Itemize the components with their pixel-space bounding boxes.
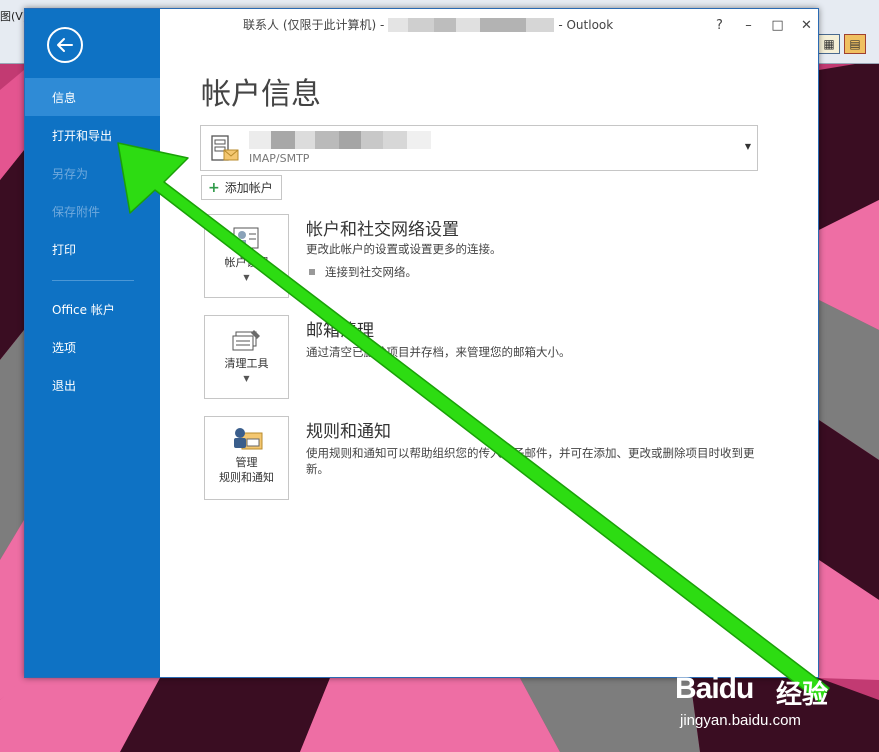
rules-alerts-icon [233,428,262,450]
chevron-down-icon[interactable]: ▼ [745,142,751,151]
sidebar-divider [52,280,134,281]
window-title-suffix: - Outlook [558,17,614,32]
section-desc-mailbox-cleanup: 通过清空已删除项目并存档，来管理您的邮箱大小。 [306,345,571,359]
back-arrow-icon [57,38,73,52]
minimize-button[interactable]: – [734,15,763,35]
grid-icon[interactable]: ▦ [818,34,840,54]
social-network-label: 连接到社交网络。 [325,265,417,279]
mail-server-icon [211,135,239,161]
chevron-down-icon: ▼ [243,273,250,282]
chevron-down-icon: ▼ [243,374,250,383]
window-controls: ? – □ ✕ [705,15,818,35]
backstage-sidebar: 信息 打开和导出 另存为 保存附件 打印 Office 帐户 选项 退出 [25,9,160,677]
outlook-backstage-window: 信息 打开和导出 另存为 保存附件 打印 Office 帐户 选项 退出 联系人… [24,8,819,678]
manage-label: 管理 [235,456,258,469]
section-title-account-settings: 帐户和社交网络设置 [306,220,459,240]
back-button[interactable] [47,27,83,63]
redacted-email [388,17,555,32]
help-button[interactable]: ? [705,15,734,35]
sidebar-item-exit[interactable]: 退出 [25,366,160,404]
bullet-icon [309,269,315,275]
cleanup-tools-label: 清理工具 [224,357,269,370]
rules-alerts-label: 规则和通知 [219,471,274,484]
plus-icon: + [208,179,220,196]
redacted-account-name [249,131,431,149]
section-title-rules-alerts: 规则和通知 [306,422,391,442]
sidebar-item-save-as: 另存为 [52,166,89,181]
section-title-mailbox-cleanup: 邮箱清理 [306,321,374,341]
account-settings-icon [233,227,258,249]
account-selector[interactable]: IMAP/SMTP ▼ [200,125,758,171]
account-settings-button[interactable]: 帐户设置 ▼ [204,214,289,298]
sidebar-item-info[interactable]: 信息 [25,78,160,116]
window-title: 联系人 (仅限于此计算机) - - Outlook [243,16,613,33]
layout-icon[interactable]: ▤ [844,34,866,54]
background-toolbar-icons: ▦ ▤ [818,34,866,54]
maximize-button[interactable]: □ [763,15,792,35]
account-settings-label: 帐户设置 [224,256,269,269]
add-account-button[interactable]: + 添加帐户 [201,175,282,200]
social-network-link[interactable]: 连接到社交网络。 [309,264,417,280]
sidebar-item-office-account[interactable]: Office 帐户 [25,290,160,328]
manage-rules-alerts-button[interactable]: 管理 规则和通知 [204,416,289,500]
section-desc-rules-alerts: 使用规则和通知可以帮助组织您的传入电子邮件，并可在添加、更改或删除项目时收到更新… [306,446,755,476]
add-account-label: 添加帐户 [224,181,273,195]
page-title: 帐户信息 [201,77,321,112]
sidebar-item-save-attachments: 保存附件 [52,204,101,219]
sidebar-item-print[interactable]: 打印 [25,230,160,268]
sidebar-item-open-export[interactable]: 打开和导出 [25,116,160,154]
window-title-text: 联系人 (仅限于此计算机) - [243,18,385,32]
cleanup-tools-icon [232,330,260,351]
close-button[interactable]: ✕ [792,15,818,35]
sidebar-item-options[interactable]: 选项 [25,328,160,366]
account-type: IMAP/SMTP [249,152,310,165]
cleanup-tools-button[interactable]: 清理工具 ▼ [204,315,289,399]
section-desc-account-settings: 更改此帐户的设置或设置更多的连接。 [306,242,502,256]
